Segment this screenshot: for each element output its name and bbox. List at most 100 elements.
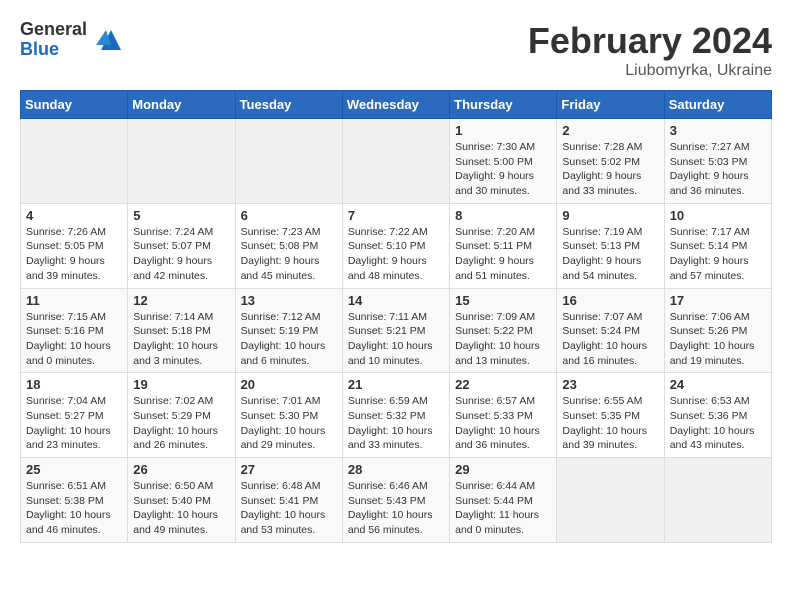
calendar-cell: 7 Sunrise: 7:22 AMSunset: 5:10 PMDaylight…	[342, 203, 449, 288]
day-number: 7	[348, 208, 444, 223]
day-number: 20	[241, 377, 337, 392]
weekday-header-sunday: Sunday	[21, 91, 128, 119]
calendar-cell: 10 Sunrise: 7:17 AMSunset: 5:14 PMDayligh…	[664, 203, 771, 288]
day-info: Sunrise: 7:04 AMSunset: 5:27 PMDaylight:…	[26, 394, 122, 453]
day-info: Sunrise: 6:57 AMSunset: 5:33 PMDaylight:…	[455, 394, 551, 453]
day-info: Sunrise: 7:24 AMSunset: 5:07 PMDaylight:…	[133, 225, 229, 284]
calendar-cell: 15 Sunrise: 7:09 AMSunset: 5:22 PMDayligh…	[450, 288, 557, 373]
calendar-body: 1 Sunrise: 7:30 AMSunset: 5:00 PMDaylight…	[21, 119, 772, 543]
calendar-cell: 23 Sunrise: 6:55 AMSunset: 5:35 PMDayligh…	[557, 373, 664, 458]
day-info: Sunrise: 7:11 AMSunset: 5:21 PMDaylight:…	[348, 310, 444, 369]
weekday-header-friday: Friday	[557, 91, 664, 119]
day-info: Sunrise: 6:51 AMSunset: 5:38 PMDaylight:…	[26, 479, 122, 538]
day-number: 28	[348, 462, 444, 477]
day-number: 12	[133, 293, 229, 308]
day-number: 8	[455, 208, 551, 223]
weekday-header-row: SundayMondayTuesdayWednesdayThursdayFrid…	[21, 91, 772, 119]
day-number: 10	[670, 208, 766, 223]
day-info: Sunrise: 6:55 AMSunset: 5:35 PMDaylight:…	[562, 394, 658, 453]
day-number: 3	[670, 123, 766, 138]
day-number: 2	[562, 123, 658, 138]
calendar-week-row: 4 Sunrise: 7:26 AMSunset: 5:05 PMDaylight…	[21, 203, 772, 288]
calendar-cell: 24 Sunrise: 6:53 AMSunset: 5:36 PMDayligh…	[664, 373, 771, 458]
calendar-cell: 19 Sunrise: 7:02 AMSunset: 5:29 PMDayligh…	[128, 373, 235, 458]
day-info: Sunrise: 7:22 AMSunset: 5:10 PMDaylight:…	[348, 225, 444, 284]
calendar-cell: 12 Sunrise: 7:14 AMSunset: 5:18 PMDayligh…	[128, 288, 235, 373]
weekday-header-saturday: Saturday	[664, 91, 771, 119]
calendar-cell: 2 Sunrise: 7:28 AMSunset: 5:02 PMDaylight…	[557, 119, 664, 204]
calendar-cell: 29 Sunrise: 6:44 AMSunset: 5:44 PMDayligh…	[450, 458, 557, 543]
calendar-cell: 16 Sunrise: 7:07 AMSunset: 5:24 PMDayligh…	[557, 288, 664, 373]
logo-blue-text: Blue	[20, 40, 87, 60]
day-info: Sunrise: 7:06 AMSunset: 5:26 PMDaylight:…	[670, 310, 766, 369]
weekday-header-wednesday: Wednesday	[342, 91, 449, 119]
calendar-cell: 1 Sunrise: 7:30 AMSunset: 5:00 PMDaylight…	[450, 119, 557, 204]
logo: General Blue	[20, 20, 121, 60]
calendar-cell: 21 Sunrise: 6:59 AMSunset: 5:32 PMDayligh…	[342, 373, 449, 458]
calendar-cell: 18 Sunrise: 7:04 AMSunset: 5:27 PMDayligh…	[21, 373, 128, 458]
day-info: Sunrise: 6:44 AMSunset: 5:44 PMDaylight:…	[455, 479, 551, 538]
calendar-cell: 5 Sunrise: 7:24 AMSunset: 5:07 PMDaylight…	[128, 203, 235, 288]
day-info: Sunrise: 7:30 AMSunset: 5:00 PMDaylight:…	[455, 140, 551, 199]
day-number: 21	[348, 377, 444, 392]
calendar-week-row: 1 Sunrise: 7:30 AMSunset: 5:00 PMDaylight…	[21, 119, 772, 204]
day-number: 13	[241, 293, 337, 308]
day-number: 6	[241, 208, 337, 223]
day-info: Sunrise: 6:53 AMSunset: 5:36 PMDaylight:…	[670, 394, 766, 453]
day-number: 17	[670, 293, 766, 308]
calendar-cell: 27 Sunrise: 6:48 AMSunset: 5:41 PMDayligh…	[235, 458, 342, 543]
day-info: Sunrise: 7:27 AMSunset: 5:03 PMDaylight:…	[670, 140, 766, 199]
day-number: 24	[670, 377, 766, 392]
calendar-cell: 4 Sunrise: 7:26 AMSunset: 5:05 PMDaylight…	[21, 203, 128, 288]
day-info: Sunrise: 7:14 AMSunset: 5:18 PMDaylight:…	[133, 310, 229, 369]
month-title: February 2024	[528, 20, 772, 62]
day-number: 14	[348, 293, 444, 308]
calendar-cell	[21, 119, 128, 204]
day-info: Sunrise: 7:20 AMSunset: 5:11 PMDaylight:…	[455, 225, 551, 284]
day-info: Sunrise: 7:12 AMSunset: 5:19 PMDaylight:…	[241, 310, 337, 369]
day-info: Sunrise: 7:26 AMSunset: 5:05 PMDaylight:…	[26, 225, 122, 284]
calendar-cell	[235, 119, 342, 204]
day-info: Sunrise: 6:59 AMSunset: 5:32 PMDaylight:…	[348, 394, 444, 453]
calendar-cell: 20 Sunrise: 7:01 AMSunset: 5:30 PMDayligh…	[235, 373, 342, 458]
calendar-cell	[557, 458, 664, 543]
calendar-cell	[342, 119, 449, 204]
day-number: 9	[562, 208, 658, 223]
calendar-cell: 17 Sunrise: 7:06 AMSunset: 5:26 PMDayligh…	[664, 288, 771, 373]
calendar-header: SundayMondayTuesdayWednesdayThursdayFrid…	[21, 91, 772, 119]
day-info: Sunrise: 6:48 AMSunset: 5:41 PMDaylight:…	[241, 479, 337, 538]
weekday-header-thursday: Thursday	[450, 91, 557, 119]
calendar-cell: 26 Sunrise: 6:50 AMSunset: 5:40 PMDayligh…	[128, 458, 235, 543]
day-number: 25	[26, 462, 122, 477]
day-number: 5	[133, 208, 229, 223]
day-info: Sunrise: 7:07 AMSunset: 5:24 PMDaylight:…	[562, 310, 658, 369]
day-info: Sunrise: 7:09 AMSunset: 5:22 PMDaylight:…	[455, 310, 551, 369]
day-number: 27	[241, 462, 337, 477]
day-number: 1	[455, 123, 551, 138]
day-number: 19	[133, 377, 229, 392]
day-number: 29	[455, 462, 551, 477]
day-info: Sunrise: 7:28 AMSunset: 5:02 PMDaylight:…	[562, 140, 658, 199]
location-text: Liubomyrka, Ukraine	[528, 62, 772, 80]
day-info: Sunrise: 7:01 AMSunset: 5:30 PMDaylight:…	[241, 394, 337, 453]
day-number: 16	[562, 293, 658, 308]
day-number: 4	[26, 208, 122, 223]
day-number: 26	[133, 462, 229, 477]
day-info: Sunrise: 7:19 AMSunset: 5:13 PMDaylight:…	[562, 225, 658, 284]
day-number: 18	[26, 377, 122, 392]
day-number: 15	[455, 293, 551, 308]
calendar-table: SundayMondayTuesdayWednesdayThursdayFrid…	[20, 90, 772, 543]
calendar-cell: 11Sunrise: 7:15 AMSunset: 5:16 PMDayligh…	[21, 288, 128, 373]
page-header: General Blue February 2024 Liubomyrka, U…	[20, 20, 772, 80]
weekday-header-monday: Monday	[128, 91, 235, 119]
day-number: 23	[562, 377, 658, 392]
calendar-cell: 22Sunrise: 6:57 AMSunset: 5:33 PMDayligh…	[450, 373, 557, 458]
calendar-cell: 25 Sunrise: 6:51 AMSunset: 5:38 PMDayligh…	[21, 458, 128, 543]
day-info: Sunrise: 7:02 AMSunset: 5:29 PMDaylight:…	[133, 394, 229, 453]
weekday-header-tuesday: Tuesday	[235, 91, 342, 119]
day-info: Sunrise: 6:50 AMSunset: 5:40 PMDaylight:…	[133, 479, 229, 538]
day-info: Sunrise: 7:17 AMSunset: 5:14 PMDaylight:…	[670, 225, 766, 284]
calendar-week-row: 18 Sunrise: 7:04 AMSunset: 5:27 PMDayligh…	[21, 373, 772, 458]
day-info: Sunrise: 7:23 AMSunset: 5:08 PMDaylight:…	[241, 225, 337, 284]
calendar-cell: 14 Sunrise: 7:11 AMSunset: 5:21 PMDayligh…	[342, 288, 449, 373]
